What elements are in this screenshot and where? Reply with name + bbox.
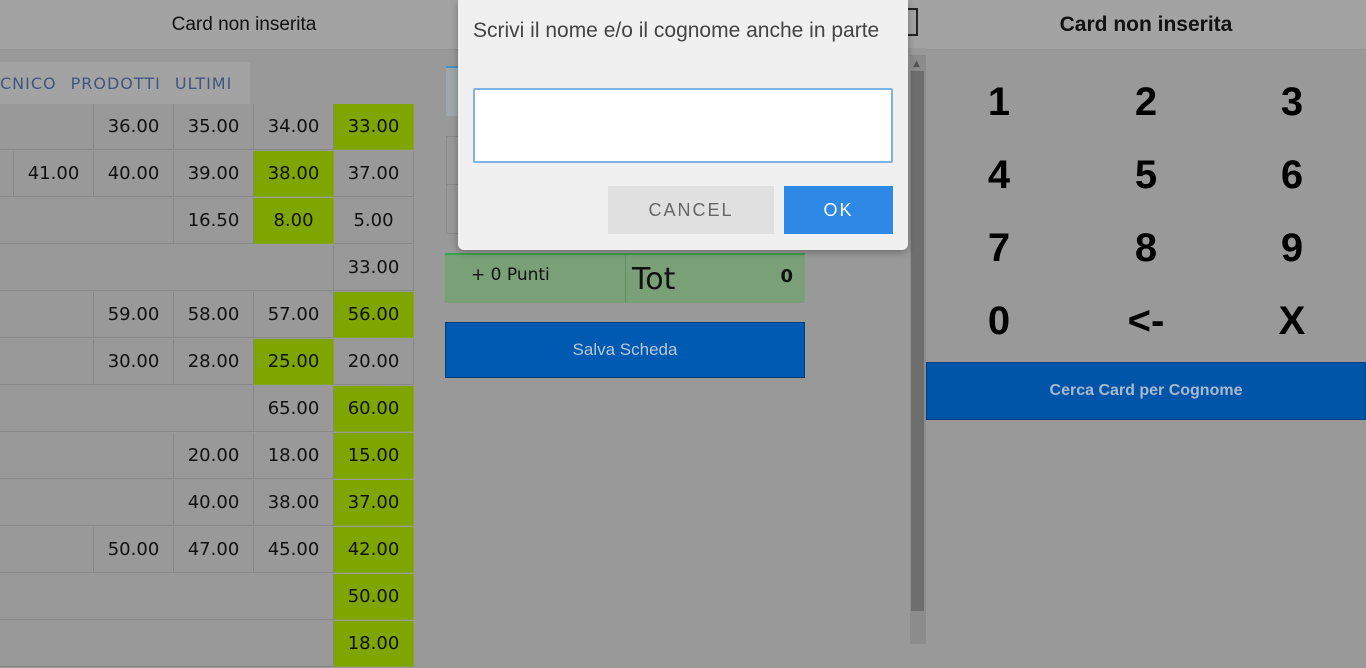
price-row: 50.00 xyxy=(0,574,414,621)
price-cell-selected[interactable]: 8.00 xyxy=(254,198,334,244)
ok-button[interactable]: OK xyxy=(784,186,893,234)
price-row: 36.00 35.00 34.00 33.00 xyxy=(0,104,414,151)
empty-cell xyxy=(0,621,334,667)
center-input-strip xyxy=(446,66,458,116)
price-cell-selected[interactable]: 18.00 xyxy=(334,621,414,667)
empty-cell xyxy=(0,245,334,291)
tab-ultimi[interactable]: ULTIMI xyxy=(168,74,239,93)
price-cell[interactable]: 36.00 xyxy=(94,104,174,150)
price-cell[interactable]: 38.00 xyxy=(254,480,334,526)
scrollbar-thumb[interactable] xyxy=(911,71,924,611)
tab-prodotti[interactable]: PRODOTTI xyxy=(64,74,168,93)
empty-cell xyxy=(0,339,94,385)
empty-cell xyxy=(0,433,174,479)
price-cell[interactable]: 37.00 xyxy=(334,151,414,197)
price-cell[interactable]: 40.00 xyxy=(94,151,174,197)
key-5[interactable]: 5 xyxy=(1073,139,1219,212)
price-cell-selected[interactable]: 25.00 xyxy=(254,339,334,385)
empty-cell xyxy=(0,292,94,338)
price-cell[interactable]: 59.00 xyxy=(94,292,174,338)
price-cell[interactable]: 65.00 xyxy=(254,386,334,432)
price-cell[interactable]: 40.00 xyxy=(174,480,254,526)
key-0[interactable]: 0 xyxy=(926,285,1072,358)
total-label: Tot xyxy=(632,261,676,297)
price-cell[interactable]: 28.00 xyxy=(174,339,254,385)
key-8[interactable]: 8 xyxy=(1073,212,1219,285)
price-cell-selected[interactable]: 38.00 xyxy=(254,151,334,197)
price-cell[interactable]: 20.00 xyxy=(334,339,414,385)
price-cell-selected[interactable]: 56.00 xyxy=(334,292,414,338)
empty-cell xyxy=(0,480,174,526)
empty-cell xyxy=(0,151,14,197)
right-header-title: Card non inserita xyxy=(1059,12,1233,36)
dialog-message: Scrivi il nome e/o il cognome anche in p… xyxy=(473,19,880,42)
price-row: 18.00 xyxy=(0,621,414,668)
price-cell[interactable]: 39.00 xyxy=(174,151,254,197)
search-card-by-surname-button[interactable]: Cerca Card per Cognome xyxy=(926,362,1366,420)
key-4[interactable]: 4 xyxy=(926,139,1072,212)
category-tabs: CNICO PRODOTTI ULTIMI xyxy=(0,62,250,104)
key-6[interactable]: 6 xyxy=(1219,139,1365,212)
empty-cell xyxy=(0,574,334,620)
scrollbar[interactable]: ▲ xyxy=(910,55,926,644)
price-row: 50.00 47.00 45.00 42.00 xyxy=(0,527,414,574)
price-cell[interactable]: 35.00 xyxy=(174,104,254,150)
empty-cell xyxy=(0,527,94,573)
price-row: 16.50 8.00 5.00 xyxy=(0,198,414,245)
price-row: 65.00 60.00 xyxy=(0,386,414,433)
save-card-button[interactable]: Salva Scheda xyxy=(445,322,805,378)
price-cell-selected[interactable]: 60.00 xyxy=(334,386,414,432)
key-1[interactable]: 1 xyxy=(926,66,1072,139)
price-cell[interactable]: 5.00 xyxy=(334,198,414,244)
price-row: 40.00 38.00 37.00 xyxy=(0,480,414,527)
key-2[interactable]: 2 xyxy=(1073,66,1219,139)
search-name-dialog: Scrivi il nome e/o il cognome anche in p… xyxy=(458,0,908,250)
scroll-up-arrow-icon[interactable]: ▲ xyxy=(913,59,920,69)
key-clear[interactable]: X xyxy=(1219,285,1365,358)
right-card-status-header: Card non inserita xyxy=(926,0,1366,50)
price-cell-selected[interactable]: 37.00 xyxy=(334,480,414,526)
price-cell[interactable]: 45.00 xyxy=(254,527,334,573)
price-cell[interactable]: 47.00 xyxy=(174,527,254,573)
points-label: + 0 Punti xyxy=(471,265,550,285)
left-card-status-header: Card non inserita xyxy=(0,0,488,50)
price-row: 20.00 18.00 15.00 xyxy=(0,433,414,480)
price-cell-selected[interactable]: 50.00 xyxy=(334,574,414,620)
price-cell-selected[interactable]: 15.00 xyxy=(334,433,414,479)
name-search-input[interactable] xyxy=(473,88,893,163)
price-row: 30.00 28.00 25.00 20.00 xyxy=(0,339,414,386)
points-total-bar: + 0 Punti Tot 0 xyxy=(445,253,805,303)
left-header-title: Card non inserita xyxy=(171,13,317,35)
key-backspace[interactable]: <- xyxy=(1073,285,1219,358)
price-cell[interactable]: 33.00 xyxy=(334,245,414,291)
price-cell[interactable]: 50.00 xyxy=(94,527,174,573)
price-cell[interactable]: 20.00 xyxy=(174,433,254,479)
price-cell[interactable]: 58.00 xyxy=(174,292,254,338)
total-value: 0 xyxy=(780,265,793,287)
empty-cell xyxy=(0,104,94,150)
price-row: 59.00 58.00 57.00 56.00 xyxy=(0,292,414,339)
key-9[interactable]: 9 xyxy=(1219,212,1365,285)
price-cell[interactable]: 16.50 xyxy=(174,198,254,244)
empty-cell xyxy=(0,386,254,432)
price-row: 41.00 40.00 39.00 38.00 37.00 xyxy=(0,151,414,198)
empty-cell xyxy=(0,198,174,244)
key-7[interactable]: 7 xyxy=(926,212,1072,285)
total-cell: Tot 0 xyxy=(625,255,805,303)
price-cell[interactable]: 41.00 xyxy=(14,151,94,197)
price-cell[interactable]: 34.00 xyxy=(254,104,334,150)
price-cell[interactable]: 18.00 xyxy=(254,433,334,479)
key-3[interactable]: 3 xyxy=(1219,66,1365,139)
price-cell-selected[interactable]: 42.00 xyxy=(334,527,414,573)
price-cell-selected[interactable]: 33.00 xyxy=(334,104,414,150)
cancel-button[interactable]: CANCEL xyxy=(608,186,774,234)
price-cell[interactable]: 57.00 xyxy=(254,292,334,338)
price-row: 33.00 xyxy=(0,245,414,292)
price-cell[interactable]: 30.00 xyxy=(94,339,174,385)
tab-tecnico[interactable]: CNICO xyxy=(0,74,64,93)
